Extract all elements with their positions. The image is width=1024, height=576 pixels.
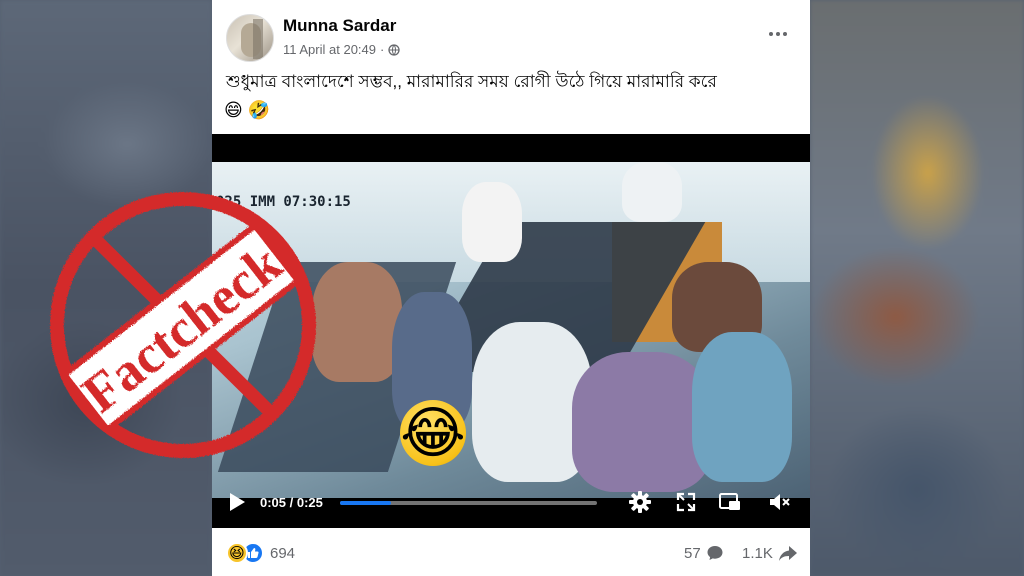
post-header: Munna Sardar 11 April at 20:49 ·	[212, 0, 810, 66]
reaction-summary[interactable]: 😆 694	[226, 542, 295, 564]
picture-in-picture-icon[interactable]	[718, 490, 742, 514]
video-progress-fill	[340, 501, 392, 505]
shares-count-value: 1.1K	[742, 544, 773, 562]
comments-count[interactable]: 57	[684, 544, 724, 562]
background-left	[0, 0, 212, 576]
muted-speaker-icon[interactable]	[768, 490, 792, 514]
video-frame: 025 IMM 07:30:15 😂	[212, 162, 810, 498]
laughing-emoji-overlay: 😂	[400, 400, 466, 466]
caption-emojis: 😄 🤣	[224, 100, 271, 120]
background-right	[810, 0, 1024, 576]
video-progress-bar[interactable]	[340, 501, 597, 505]
globe-icon	[388, 43, 400, 56]
reactions-count: 694	[270, 544, 296, 562]
post-footer: 😆 694 57 1.1K	[212, 528, 810, 576]
settings-gear-icon[interactable]	[628, 490, 652, 514]
comment-icon	[707, 546, 723, 560]
cctv-timestamp: 025 IMM 07:30:15	[216, 194, 351, 210]
more-options-icon[interactable]	[766, 24, 790, 44]
post-timestamp[interactable]: 11 April at 20:49	[283, 42, 376, 57]
fullscreen-icon[interactable]	[674, 490, 698, 514]
author-avatar[interactable]	[226, 14, 274, 62]
share-icon	[778, 546, 797, 561]
video-player[interactable]: 025 IMM 07:30:15 😂 0:05 / 0:25	[212, 134, 810, 528]
shares-count[interactable]: 1.1K	[742, 544, 798, 562]
post-meta: 11 April at 20:49 ·	[283, 42, 400, 57]
video-controls: 0:05 / 0:25	[212, 478, 810, 528]
haha-icon: 😆	[226, 542, 248, 564]
comments-count-value: 57	[684, 544, 701, 562]
facebook-post-card: Munna Sardar 11 April at 20:49 · শুধুমাত…	[212, 0, 810, 576]
author-name[interactable]: Munna Sardar	[283, 16, 396, 36]
post-caption: শুধুমাত্র বাংলাদেশে সম্ভব,, মারামারির সম…	[226, 72, 717, 91]
video-time: 0:05 / 0:25	[260, 495, 323, 510]
play-icon[interactable]	[228, 492, 246, 512]
